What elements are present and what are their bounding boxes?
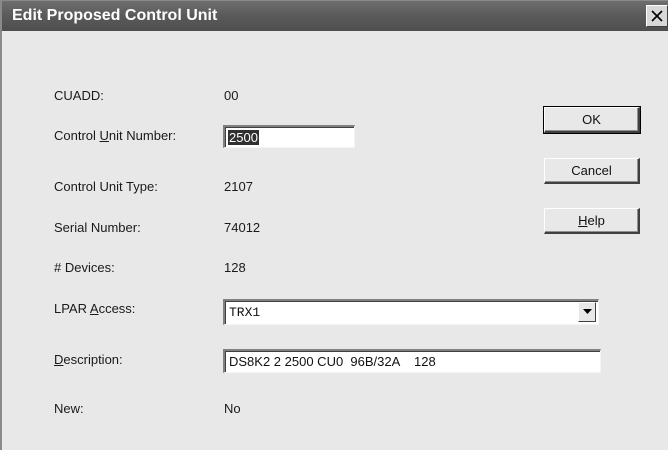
new-value: No	[224, 401, 241, 416]
ok-button[interactable]: OK	[543, 106, 641, 134]
cancel-button[interactable]: Cancel	[544, 158, 640, 184]
help-button[interactable]: Help	[544, 208, 640, 234]
devices-label: # Devices:	[54, 260, 115, 275]
lpar-access-select[interactable]: TRX1	[223, 299, 599, 325]
control-unit-number-value: 2500	[228, 130, 259, 145]
control-unit-type-value: 2107	[224, 179, 253, 194]
close-button[interactable]	[646, 5, 668, 27]
serial-number-value: 74012	[224, 220, 261, 235]
window-title: Edit Proposed Control Unit	[12, 7, 218, 24]
description-label: Description:	[54, 352, 123, 367]
control-unit-type-label: Control Unit Type:	[54, 179, 158, 194]
control-unit-number-input[interactable]: 2500	[223, 125, 355, 148]
control-unit-number-label: Control Unit Number:	[54, 128, 177, 143]
serial-number-label: Serial Number:	[54, 220, 141, 235]
description-value: DS8K2 2 2500 CU0 96B/32A 128	[229, 354, 436, 369]
lpar-access-dropdown-button[interactable]	[578, 302, 596, 322]
cuadd-value: 00	[224, 88, 239, 103]
devices-value: 128	[224, 260, 246, 275]
chevron-down-icon	[582, 309, 592, 314]
cuadd-label: CUADD:	[54, 88, 104, 103]
edit-control-unit-dialog: Edit Proposed Control Unit CUADD: 00 Con…	[0, 0, 668, 450]
description-input[interactable]: DS8K2 2 2500 CU0 96B/32A 128	[223, 349, 601, 373]
lpar-access-label: LPAR Access:	[54, 301, 136, 316]
close-icon	[651, 10, 663, 22]
new-label: New:	[54, 401, 84, 416]
lpar-access-value: TRX1	[229, 305, 261, 320]
title-bar[interactable]: Edit Proposed Control Unit	[2, 1, 668, 31]
